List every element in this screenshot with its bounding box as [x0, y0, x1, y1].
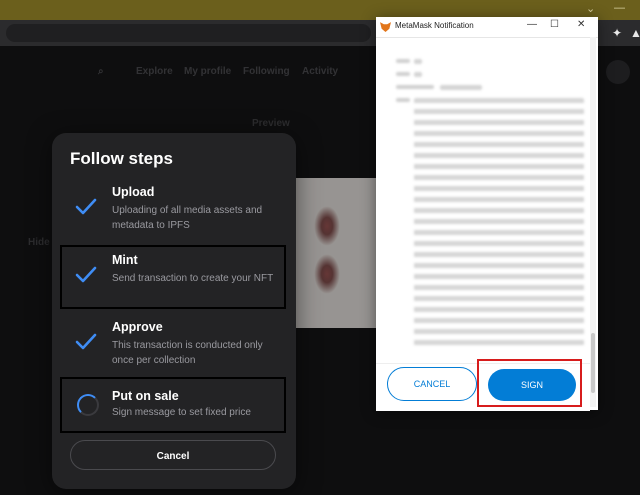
metamask-window-title: MetaMask Notification	[395, 21, 474, 30]
scrollbar[interactable]	[590, 37, 596, 407]
minimize-icon[interactable]: —	[527, 19, 537, 30]
sign-highlight-box: SIGN	[477, 359, 582, 407]
step-title: Approve	[112, 320, 163, 334]
metamask-fox-icon	[380, 22, 391, 32]
metamask-cancel-button[interactable]: CANCEL	[387, 367, 477, 401]
signature-message-content	[384, 41, 594, 363]
metamask-title-bar: MetaMask Notification — ☐ ✕	[376, 17, 598, 38]
step-upload: Upload Uploading of all media assets and…	[62, 179, 284, 239]
step-description: Sign message to set fixed price	[112, 407, 251, 418]
step-title: Upload	[112, 185, 155, 199]
extensions-puzzle-icon[interactable]: ✦	[612, 26, 626, 40]
message-field	[396, 98, 410, 102]
modal-title: Follow steps	[70, 149, 173, 168]
maximize-icon[interactable]: ☐	[550, 19, 559, 30]
metamask-extension-icon[interactable]: ▲	[630, 26, 640, 40]
minimize-icon[interactable]: —	[614, 2, 625, 14]
step-description: This transaction is conducted only once …	[112, 340, 263, 366]
message-field	[396, 72, 410, 76]
message-value	[414, 59, 422, 64]
checkmark-icon	[74, 195, 98, 219]
loading-spinner-icon	[74, 391, 99, 416]
message-field	[396, 59, 410, 63]
step-description: Send transaction to create your NFT	[112, 273, 274, 284]
metamask-footer: CANCEL SIGN	[376, 359, 590, 411]
step-title: Mint	[112, 253, 138, 267]
step-mint: Mint Send transaction to create your NFT	[60, 245, 286, 309]
address-bar[interactable]	[6, 24, 371, 42]
metamask-notification-window: MetaMask Notification — ☐ ✕ CANCEL SIGN	[376, 17, 598, 411]
checkmark-icon	[74, 330, 98, 354]
message-value	[440, 85, 482, 90]
cancel-button[interactable]: Cancel	[70, 440, 276, 470]
step-approve: Approve This transaction is conducted on…	[62, 314, 284, 374]
step-put-on-sale: Put on sale Sign message to set fixed pr…	[60, 377, 286, 433]
message-value	[414, 72, 422, 77]
follow-steps-modal: Follow steps Upload Uploading of all med…	[52, 133, 296, 489]
close-icon[interactable]: ✕	[577, 19, 585, 30]
step-description: Uploading of all media assets and metada…	[112, 205, 263, 231]
message-field	[396, 85, 434, 89]
message-data-blurred	[414, 98, 584, 348]
step-title: Put on sale	[112, 389, 179, 403]
sign-button[interactable]: SIGN	[488, 369, 576, 401]
chevron-down-icon[interactable]: ⌄	[586, 2, 595, 15]
checkmark-icon	[74, 263, 98, 287]
